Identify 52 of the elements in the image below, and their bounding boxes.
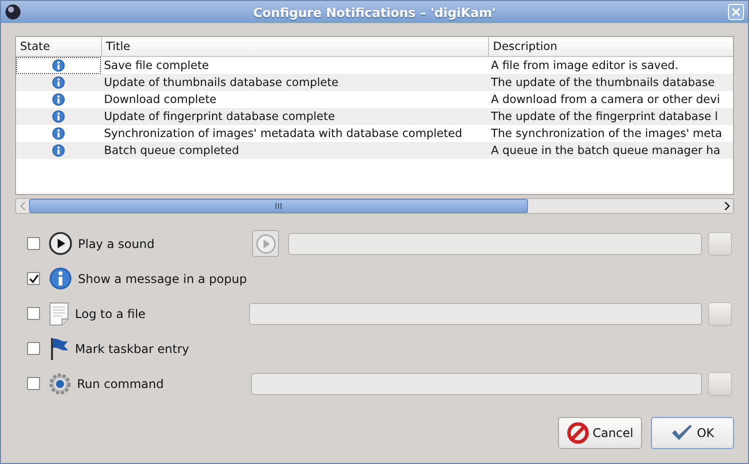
gear-icon xyxy=(49,372,71,394)
table-cell-text: Download complete xyxy=(103,92,218,108)
column-header[interactable]: Description xyxy=(488,37,733,56)
table-cell-text: The synchronization of the images' meta xyxy=(490,126,724,142)
option-label[interactable]: Play a sound xyxy=(78,236,252,250)
table-row[interactable]: Update of thumbnails database complete The update of the thumbnails database xyxy=(16,74,733,91)
table-row[interactable]: Update of fingerprint database complete The update of the fingerprint database l xyxy=(16,108,733,125)
table-cell-text: The update of the thumbnails database xyxy=(490,75,716,91)
document-icon xyxy=(49,302,69,326)
info-icon xyxy=(52,93,65,106)
checkmark-icon xyxy=(670,424,693,442)
option-label[interactable]: Show a message in a popup xyxy=(78,272,252,286)
checkbox[interactable] xyxy=(27,342,40,355)
option-label[interactable]: Run command xyxy=(77,376,251,390)
browse-button[interactable] xyxy=(708,302,732,326)
option-label[interactable]: Mark taskbar entry xyxy=(75,342,249,356)
info-icon xyxy=(49,267,72,290)
table-cell-text: Synchronization of images' metadata with database completed xyxy=(103,126,464,142)
browse-button[interactable] xyxy=(708,372,732,396)
horizontal-scrollbar[interactable] xyxy=(15,198,734,214)
table-cell-text: A file from image editor is saved. xyxy=(490,58,680,74)
flag-icon xyxy=(49,336,69,360)
checkbox[interactable] xyxy=(27,237,40,250)
play-icon xyxy=(49,232,72,255)
table-cell-text: Batch queue completed xyxy=(103,143,240,159)
checkbox[interactable] xyxy=(27,272,40,285)
table-cell-text: A queue in the batch queue manager ha xyxy=(490,143,722,159)
cancel-icon xyxy=(566,422,589,444)
table-cell-text: A download from a camera or other devi xyxy=(490,92,721,108)
table-cell-text: Update of fingerprint database complete xyxy=(103,109,336,125)
window-title: Configure Notifications – 'digiKam' xyxy=(252,4,497,20)
app-icon xyxy=(5,4,21,20)
table-cell-text: Save file complete xyxy=(103,58,210,74)
info-icon xyxy=(52,144,65,157)
info-icon xyxy=(52,110,65,123)
ok-button[interactable]: OK xyxy=(651,417,734,449)
cancel-button[interactable]: Cancel xyxy=(558,417,642,449)
scrollbar-thumb[interactable] xyxy=(29,199,528,213)
info-icon xyxy=(52,76,65,89)
close-icon[interactable] xyxy=(728,4,744,20)
checkbox[interactable] xyxy=(27,307,40,320)
browse-button[interactable] xyxy=(708,232,732,256)
info-icon xyxy=(52,59,65,72)
info-icon xyxy=(52,127,65,140)
checkbox[interactable] xyxy=(27,377,40,390)
table-cell-text: The update of the fingerprint database l xyxy=(490,109,719,125)
table-cell-text: Update of thumbnails database complete xyxy=(103,75,340,91)
column-header[interactable]: Title xyxy=(101,37,488,56)
table-row[interactable]: Batch queue completed A queue in the batch queue manager ha xyxy=(16,142,733,159)
column-header[interactable]: State xyxy=(16,37,101,56)
option-label[interactable]: Log to a file xyxy=(75,306,249,320)
play-button[interactable] xyxy=(252,230,279,257)
